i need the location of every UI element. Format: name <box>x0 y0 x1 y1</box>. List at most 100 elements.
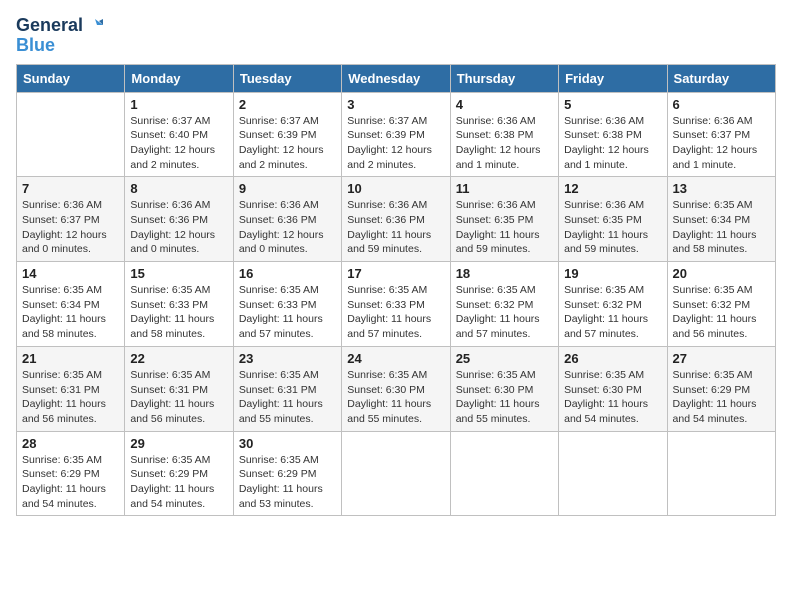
day-number: 18 <box>456 266 553 281</box>
day-info: Sunrise: 6:35 AM Sunset: 6:29 PM Dayligh… <box>239 453 336 512</box>
calendar-cell: 15 Sunrise: 6:35 AM Sunset: 6:33 PM Dayli… <box>125 262 233 347</box>
day-number: 2 <box>239 97 336 112</box>
calendar-cell: 11 Sunrise: 6:36 AM Sunset: 6:35 PM Dayli… <box>450 177 558 262</box>
day-info: Sunrise: 6:36 AM Sunset: 6:37 PM Dayligh… <box>673 114 770 173</box>
calendar-cell: 28 Sunrise: 6:35 AM Sunset: 6:29 PM Dayli… <box>17 431 125 516</box>
day-number: 5 <box>564 97 661 112</box>
calendar-cell: 24 Sunrise: 6:35 AM Sunset: 6:30 PM Dayli… <box>342 346 450 431</box>
calendar-cell: 9Sunrise: 6:36 AM Sunset: 6:36 PM Daylig… <box>233 177 341 262</box>
day-info: Sunrise: 6:35 AM Sunset: 6:30 PM Dayligh… <box>564 368 661 427</box>
calendar-cell: 20 Sunrise: 6:35 AM Sunset: 6:32 PM Dayli… <box>667 262 775 347</box>
calendar-cell: 5 Sunrise: 6:36 AM Sunset: 6:38 PM Daylig… <box>559 92 667 177</box>
logo-general: General <box>16 16 83 36</box>
day-info: Sunrise: 6:36 AM Sunset: 6:36 PM Dayligh… <box>347 198 444 257</box>
logo: General Blue <box>16 16 103 56</box>
calendar-cell <box>559 431 667 516</box>
day-of-week-header: Wednesday <box>342 64 450 92</box>
calendar-cell: 6 Sunrise: 6:36 AM Sunset: 6:37 PM Daylig… <box>667 92 775 177</box>
day-info: Sunrise: 6:35 AM Sunset: 6:29 PM Dayligh… <box>130 453 227 512</box>
day-number: 8 <box>130 181 227 196</box>
day-info: Sunrise: 6:36 AM Sunset: 6:38 PM Dayligh… <box>564 114 661 173</box>
calendar-cell: 18 Sunrise: 6:35 AM Sunset: 6:32 PM Dayli… <box>450 262 558 347</box>
day-info: Sunrise: 6:35 AM Sunset: 6:30 PM Dayligh… <box>347 368 444 427</box>
calendar-cell <box>667 431 775 516</box>
calendar-cell <box>17 92 125 177</box>
calendar-cell: 3 Sunrise: 6:37 AM Sunset: 6:39 PM Daylig… <box>342 92 450 177</box>
day-info: Sunrise: 6:35 AM Sunset: 6:30 PM Dayligh… <box>456 368 553 427</box>
day-number: 15 <box>130 266 227 281</box>
day-of-week-header: Tuesday <box>233 64 341 92</box>
day-number: 28 <box>22 436 119 451</box>
day-number: 26 <box>564 351 661 366</box>
day-info: Sunrise: 6:35 AM Sunset: 6:32 PM Dayligh… <box>673 283 770 342</box>
day-info: Sunrise: 6:35 AM Sunset: 6:34 PM Dayligh… <box>22 283 119 342</box>
day-info: Sunrise: 6:35 AM Sunset: 6:33 PM Dayligh… <box>130 283 227 342</box>
day-number: 25 <box>456 351 553 366</box>
calendar-cell: 19Sunrise: 6:35 AM Sunset: 6:32 PM Dayli… <box>559 262 667 347</box>
calendar-cell: 4 Sunrise: 6:36 AM Sunset: 6:38 PM Daylig… <box>450 92 558 177</box>
calendar-cell: 17 Sunrise: 6:35 AM Sunset: 6:33 PM Dayli… <box>342 262 450 347</box>
day-number: 16 <box>239 266 336 281</box>
calendar-cell: 7 Sunrise: 6:36 AM Sunset: 6:37 PM Daylig… <box>17 177 125 262</box>
day-number: 9 <box>239 181 336 196</box>
day-info: Sunrise: 6:35 AM Sunset: 6:33 PM Dayligh… <box>347 283 444 342</box>
day-info: Sunrise: 6:35 AM Sunset: 6:33 PM Dayligh… <box>239 283 336 342</box>
calendar-cell: 23 Sunrise: 6:35 AM Sunset: 6:31 PM Dayli… <box>233 346 341 431</box>
day-number: 20 <box>673 266 770 281</box>
day-number: 29 <box>130 436 227 451</box>
day-info: Sunrise: 6:36 AM Sunset: 6:37 PM Dayligh… <box>22 198 119 257</box>
calendar-cell: 1Sunrise: 6:37 AM Sunset: 6:40 PM Daylig… <box>125 92 233 177</box>
day-number: 22 <box>130 351 227 366</box>
day-info: Sunrise: 6:36 AM Sunset: 6:36 PM Dayligh… <box>130 198 227 257</box>
day-number: 7 <box>22 181 119 196</box>
calendar-cell: 30 Sunrise: 6:35 AM Sunset: 6:29 PM Dayli… <box>233 431 341 516</box>
page-header: General Blue <box>16 16 776 56</box>
calendar-table: SundayMondayTuesdayWednesdayThursdayFrid… <box>16 64 776 517</box>
day-number: 10 <box>347 181 444 196</box>
day-number: 17 <box>347 266 444 281</box>
calendar-cell: 12 Sunrise: 6:36 AM Sunset: 6:35 PM Dayli… <box>559 177 667 262</box>
day-number: 12 <box>564 181 661 196</box>
day-number: 23 <box>239 351 336 366</box>
day-info: Sunrise: 6:37 AM Sunset: 6:39 PM Dayligh… <box>239 114 336 173</box>
calendar-cell: 10 Sunrise: 6:36 AM Sunset: 6:36 PM Dayli… <box>342 177 450 262</box>
day-number: 1 <box>130 97 227 112</box>
logo-bird-icon <box>85 17 103 35</box>
calendar-cell: 21 Sunrise: 6:35 AM Sunset: 6:31 PM Dayli… <box>17 346 125 431</box>
day-info: Sunrise: 6:35 AM Sunset: 6:31 PM Dayligh… <box>239 368 336 427</box>
day-info: Sunrise: 6:35 AM Sunset: 6:31 PM Dayligh… <box>130 368 227 427</box>
calendar-cell <box>450 431 558 516</box>
day-number: 24 <box>347 351 444 366</box>
day-of-week-header: Friday <box>559 64 667 92</box>
calendar-cell: 16 Sunrise: 6:35 AM Sunset: 6:33 PM Dayli… <box>233 262 341 347</box>
day-number: 21 <box>22 351 119 366</box>
day-info: Sunrise: 6:36 AM Sunset: 6:35 PM Dayligh… <box>456 198 553 257</box>
day-info: Sunrise: 6:36 AM Sunset: 6:35 PM Dayligh… <box>564 198 661 257</box>
calendar-cell: 29 Sunrise: 6:35 AM Sunset: 6:29 PM Dayli… <box>125 431 233 516</box>
day-number: 6 <box>673 97 770 112</box>
calendar-cell: 27Sunrise: 6:35 AM Sunset: 6:29 PM Dayli… <box>667 346 775 431</box>
day-info: Sunrise: 6:35 AM Sunset: 6:31 PM Dayligh… <box>22 368 119 427</box>
day-number: 4 <box>456 97 553 112</box>
day-number: 3 <box>347 97 444 112</box>
day-number: 11 <box>456 181 553 196</box>
day-of-week-header: Thursday <box>450 64 558 92</box>
calendar-cell: 26 Sunrise: 6:35 AM Sunset: 6:30 PM Dayli… <box>559 346 667 431</box>
day-number: 30 <box>239 436 336 451</box>
calendar-cell: 25 Sunrise: 6:35 AM Sunset: 6:30 PM Dayli… <box>450 346 558 431</box>
day-info: Sunrise: 6:37 AM Sunset: 6:39 PM Dayligh… <box>347 114 444 173</box>
calendar-cell <box>342 431 450 516</box>
calendar-cell: 22 Sunrise: 6:35 AM Sunset: 6:31 PM Dayli… <box>125 346 233 431</box>
calendar-cell: 14Sunrise: 6:35 AM Sunset: 6:34 PM Dayli… <box>17 262 125 347</box>
day-info: Sunrise: 6:35 AM Sunset: 6:29 PM Dayligh… <box>673 368 770 427</box>
calendar-cell: 2 Sunrise: 6:37 AM Sunset: 6:39 PM Daylig… <box>233 92 341 177</box>
day-of-week-header: Saturday <box>667 64 775 92</box>
day-info: Sunrise: 6:35 AM Sunset: 6:29 PM Dayligh… <box>22 453 119 512</box>
day-of-week-header: Monday <box>125 64 233 92</box>
day-info: Sunrise: 6:36 AM Sunset: 6:38 PM Dayligh… <box>456 114 553 173</box>
day-info: Sunrise: 6:35 AM Sunset: 6:32 PM Dayligh… <box>456 283 553 342</box>
day-number: 19 <box>564 266 661 281</box>
day-of-week-header: Sunday <box>17 64 125 92</box>
calendar-cell: 8 Sunrise: 6:36 AM Sunset: 6:36 PM Daylig… <box>125 177 233 262</box>
logo-blue: Blue <box>16 36 55 56</box>
